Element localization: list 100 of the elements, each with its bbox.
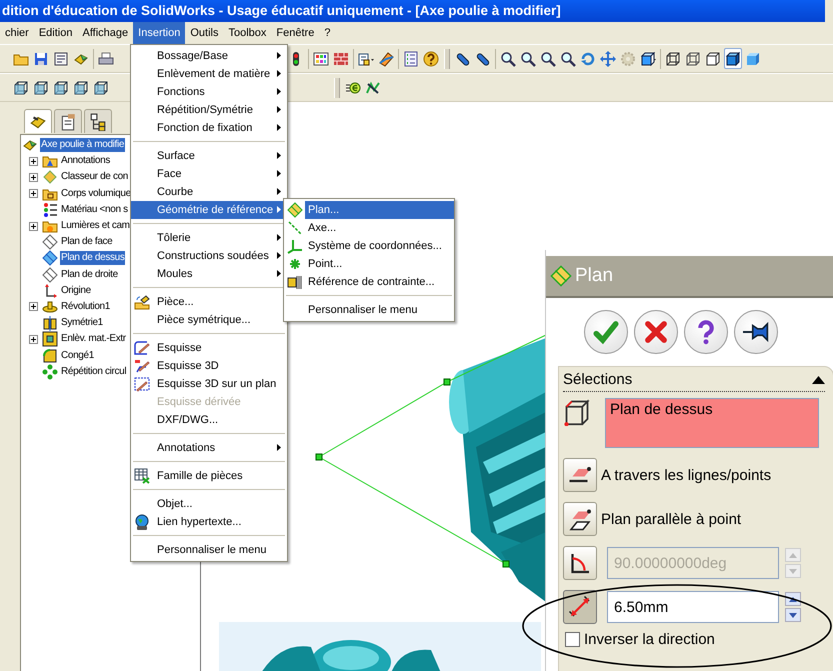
tree-item[interactable]: Congé1 xyxy=(60,348,95,363)
option-label: A travers les lignes/points xyxy=(601,466,772,484)
expand-button[interactable] xyxy=(29,302,38,312)
menu-item[interactable]: Esquisse 3D xyxy=(131,357,287,375)
tree-item[interactable]: Classeur de con xyxy=(60,170,130,184)
menu-item[interactable]: Pièce symétrique... xyxy=(131,311,287,329)
pin-button[interactable] xyxy=(734,310,778,354)
close-icon xyxy=(643,319,669,345)
brick-icon xyxy=(333,50,349,66)
diamond-icon xyxy=(42,169,58,186)
spin-down-button[interactable] xyxy=(785,608,801,622)
plane-icon xyxy=(550,265,572,287)
menu-bar-item[interactable]: Outils xyxy=(185,22,224,44)
tree-item[interactable]: Révolution1 xyxy=(60,300,111,314)
menu-item[interactable]: Enlèvement de matière xyxy=(131,65,287,83)
tree-item[interactable]: Axe poulie à modifie xyxy=(40,138,126,152)
collapse-icon[interactable] xyxy=(812,376,825,384)
menu-item[interactable]: Constructions soudées xyxy=(131,247,287,265)
selection-field[interactable]: Plan de dessus xyxy=(605,398,819,448)
menu-bar-item[interactable]: chier xyxy=(0,22,34,44)
value-field[interactable]: 6.50mm xyxy=(607,591,779,623)
plane-option-button[interactable] xyxy=(563,458,597,492)
menu-item[interactable]: Fonctions xyxy=(131,83,287,101)
circular-pattern-icon xyxy=(42,364,58,380)
menu-item[interactable]: Surface xyxy=(131,147,287,165)
toolbar-button[interactable] xyxy=(724,48,742,69)
expand-button[interactable] xyxy=(29,222,38,231)
tree-item[interactable]: Matériau <non s xyxy=(60,202,129,217)
option-button[interactable] xyxy=(563,590,597,624)
menu-bar-item[interactable]: Insertion xyxy=(133,22,186,44)
tree-item[interactable]: Plan de face xyxy=(60,235,114,250)
menu-item[interactable]: Courbe xyxy=(131,183,287,201)
tree-item[interactable]: Plan de dessus xyxy=(60,251,126,266)
view-cube-icon xyxy=(13,80,29,96)
caret-down-icon xyxy=(789,612,797,618)
menu-item[interactable]: Annotations xyxy=(131,439,287,457)
tree-item[interactable]: Corps volumique xyxy=(60,186,132,201)
submenu-item[interactable]: Axe... xyxy=(284,219,454,237)
cut-icon xyxy=(42,331,58,348)
expand-button[interactable] xyxy=(29,172,38,182)
plane-icon xyxy=(287,202,303,218)
view-cube-icon xyxy=(33,80,49,96)
tree-item[interactable]: Plan de droite xyxy=(60,268,119,282)
help-button[interactable] xyxy=(684,310,728,354)
menu-item[interactable]: DXF/DWG... xyxy=(131,411,287,429)
tree-item[interactable]: Symétrie1 xyxy=(60,316,104,330)
zoom-icon xyxy=(500,50,516,66)
menu-bar-item[interactable]: Fenêtre xyxy=(271,22,320,44)
submenu-item[interactable]: Plan... xyxy=(284,201,454,219)
menu-item[interactable]: Personnaliser le menu xyxy=(131,541,287,559)
panel-title: Plan xyxy=(575,265,614,287)
box-icon xyxy=(705,50,721,66)
submenu-item[interactable]: Point... xyxy=(284,255,454,273)
submenu-item[interactable]: Personnaliser le menu xyxy=(284,301,454,319)
menu-bar-item[interactable]: ? xyxy=(319,22,336,44)
menu-item[interactable]: Lien hypertexte... xyxy=(131,513,287,531)
menu-item[interactable]: Moules xyxy=(131,265,287,283)
panel-tab[interactable] xyxy=(54,109,82,133)
expand-button[interactable] xyxy=(29,334,38,344)
option-label: Plan parallèle à point xyxy=(601,510,742,528)
checkbox[interactable] xyxy=(565,632,580,647)
menu-item[interactable]: Objet... xyxy=(131,495,287,513)
tree-item[interactable]: Lumières et cam xyxy=(60,219,131,234)
submenu-item[interactable]: Système de coordonnées... xyxy=(284,237,454,255)
ok-button[interactable] xyxy=(584,310,628,354)
menu-item[interactable]: Esquisse xyxy=(131,339,287,357)
tree-item[interactable]: Origine xyxy=(60,284,92,298)
menu-item[interactable]: Esquisse 3D sur un plan xyxy=(131,375,287,393)
expand-button[interactable] xyxy=(29,189,38,198)
menu-bar-item[interactable]: Edition xyxy=(34,22,78,44)
menu-item[interactable]: Famille de pièces xyxy=(131,467,287,485)
globe-icon xyxy=(134,514,150,530)
toolbar-grip[interactable] xyxy=(444,48,450,68)
expand-button[interactable] xyxy=(29,156,38,166)
distance-icon xyxy=(568,595,592,619)
gear-icon xyxy=(620,50,636,66)
submenu-item[interactable]: Référence de contrainte... xyxy=(284,273,454,291)
view-cube-icon xyxy=(93,80,109,96)
tree-item[interactable]: Annotations xyxy=(60,154,111,168)
panel-tab[interactable] xyxy=(84,109,112,133)
menu-item[interactable]: Fonction de fixation xyxy=(131,119,287,137)
plane-option-button[interactable] xyxy=(563,502,597,536)
menu-item[interactable]: Tôlerie xyxy=(131,229,287,247)
menu-bar-item[interactable]: Toolbox xyxy=(223,22,272,44)
panel-tab[interactable] xyxy=(24,109,52,133)
toolbar-grip[interactable] xyxy=(334,78,340,98)
menu-item[interactable]: Pièce... xyxy=(131,293,287,311)
view-cube-icon xyxy=(53,80,69,96)
menu-item[interactable]: Répétition/Symétrie xyxy=(131,101,287,119)
tree-item[interactable]: Répétition circul xyxy=(60,364,128,379)
coordinate-system-icon xyxy=(287,238,303,254)
cancel-button[interactable] xyxy=(634,310,678,354)
menu-item[interactable]: Bossage/Base xyxy=(131,47,287,65)
printer-icon xyxy=(98,50,114,66)
menu-item[interactable]: Face xyxy=(131,165,287,183)
mirror-icon xyxy=(42,315,58,332)
parallel-plane-icon xyxy=(568,507,592,531)
rotate-icon xyxy=(580,50,596,66)
menu-bar-item[interactable]: Affichage xyxy=(77,22,134,44)
tree-item[interactable]: Enlèv. mat.-Extr xyxy=(60,332,127,346)
